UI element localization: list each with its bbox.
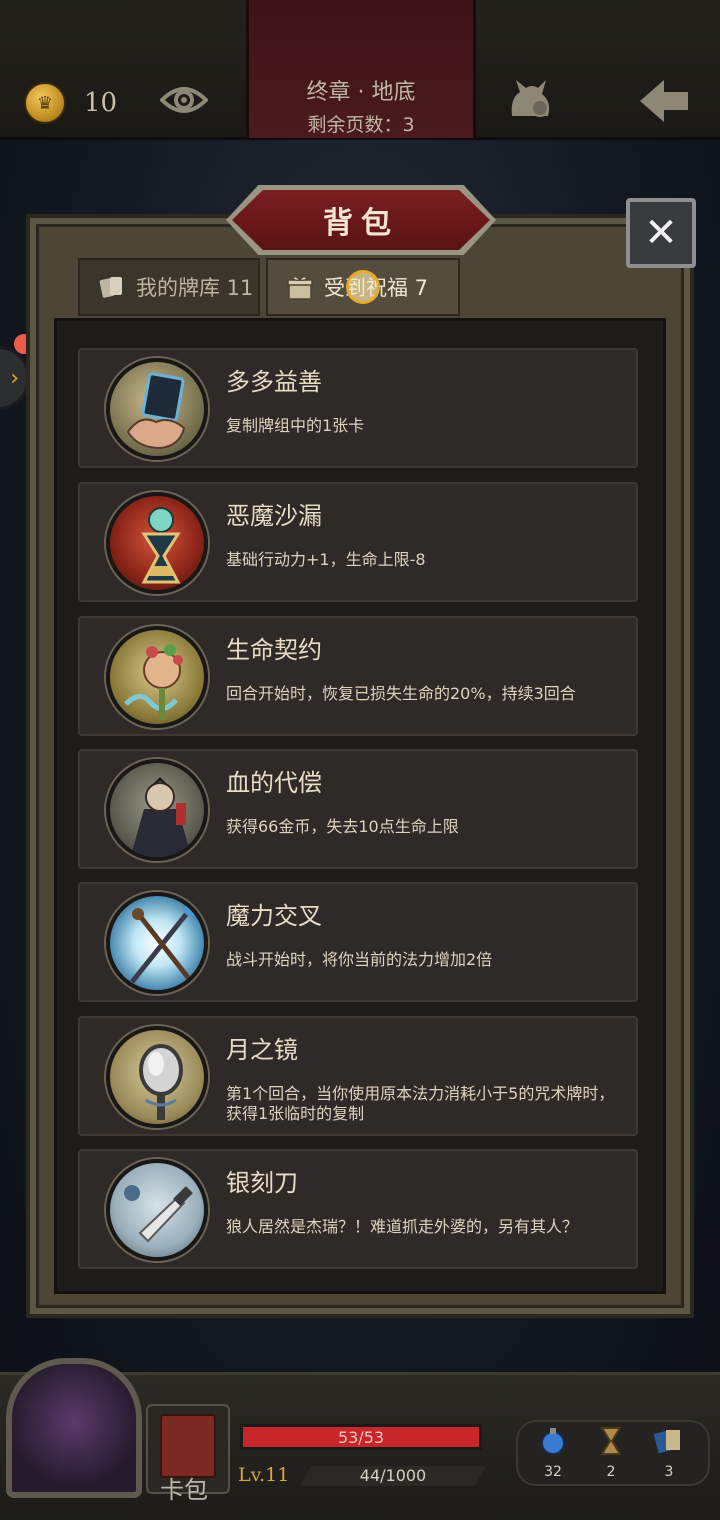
item-name: 恶魔沙漏 — [226, 502, 322, 530]
demon-hourglass-icon — [106, 492, 208, 594]
hourglass-icon — [588, 1424, 634, 1458]
potion-count: 32 — [544, 1464, 562, 1480]
item-name: 魔力交叉 — [226, 902, 322, 930]
item-desc: 战斗开始时，将你当前的法力增加2倍 — [226, 950, 493, 969]
pages-left: 剩余页数：3 — [307, 114, 415, 136]
eye-icon[interactable] — [160, 82, 208, 118]
pet-icon[interactable] — [506, 76, 554, 122]
xp-bar: 44/1000 — [300, 1466, 486, 1486]
crossed-staves-icon — [106, 892, 208, 994]
potion-icon — [530, 1424, 576, 1458]
list-item[interactable]: 恶魔沙漏 基础行动力+1，生命上限-8 — [78, 482, 638, 602]
panel-title: 背包 — [323, 206, 399, 241]
item-desc: 第1个回合，当你使用原本法力消耗小于5的咒术牌时，获得1张临时的复制 — [226, 1084, 615, 1123]
cards-count: 3 — [664, 1464, 674, 1480]
coin-count: 10 — [84, 88, 118, 118]
hp-bar: 53/53 — [240, 1424, 482, 1450]
life-pact-icon — [106, 626, 208, 728]
item-name: 银刻刀 — [226, 1169, 298, 1197]
cardpack-label: 卡包 — [160, 1476, 208, 1504]
tab-my-deck[interactable]: 我的牌库 11 — [78, 258, 260, 316]
item-name: 多多益善 — [226, 368, 322, 396]
chapter-banner: 终章 · 地底 剩余页数：3 — [246, 0, 476, 138]
xp-text: 44/1000 — [359, 1466, 427, 1485]
item-desc: 获得66金币，失去10点生命上限 — [226, 817, 459, 836]
item-name: 血的代偿 — [226, 769, 322, 797]
level-label: Lv.11 — [238, 1464, 290, 1486]
chevron-right-icon: › — [10, 365, 19, 391]
list-item[interactable]: 生命契约 回合开始时，恢复已损失生命的20%，持续3回合 — [78, 616, 638, 736]
close-icon: ✕ — [644, 210, 678, 256]
top-bar: ♛ 10 终章 · 地底 剩余页数：3 — [0, 0, 720, 140]
panel-title-plate: 背包 — [232, 190, 490, 250]
vampire-icon — [106, 759, 208, 861]
hourglass-count: 2 — [606, 1464, 616, 1480]
item-name: 生命契约 — [226, 636, 322, 664]
book-icon — [160, 1414, 216, 1478]
hand-card-icon — [106, 358, 208, 460]
item-desc: 狼人居然是杰瑞？！难道抓走外婆的，另有其人？ — [226, 1217, 579, 1236]
crown-coin-icon: ♛ — [24, 82, 66, 124]
item-desc: 复制牌组中的1张卡 — [226, 416, 365, 435]
chapter-title: 终章 · 地底 — [306, 80, 416, 105]
list-item[interactable]: 银刻刀 狼人居然是杰瑞？！难道抓走外婆的，另有其人？ — [78, 1149, 638, 1269]
item-desc: 回合开始时，恢复已损失生命的20%，持续3回合 — [226, 684, 576, 703]
gift-icon — [287, 276, 313, 300]
list-item[interactable]: 多多益善 复制牌组中的1张卡 — [78, 348, 638, 468]
touch-indicator — [346, 270, 380, 304]
back-arrow-icon[interactable] — [638, 78, 690, 124]
tab-label: 我的牌库 11 — [136, 276, 254, 300]
item-name: 月之镜 — [226, 1036, 298, 1064]
hero-portrait[interactable] — [6, 1358, 142, 1498]
hp-text: 53/53 — [337, 1428, 385, 1447]
list-item[interactable]: 月之镜 第1个回合，当你使用原本法力消耗小于5的咒术牌时，获得1张临时的复制 — [78, 1016, 638, 1136]
list-item[interactable]: 血的代偿 获得66金币，失去10点生命上限 — [78, 749, 638, 869]
moon-mirror-icon — [106, 1026, 208, 1128]
cards-icon — [646, 1424, 692, 1458]
silver-knife-icon — [106, 1159, 208, 1261]
close-button[interactable]: ✕ — [626, 198, 696, 268]
cards-icon — [99, 277, 122, 298]
item-desc: 基础行动力+1，生命上限-8 — [226, 550, 426, 569]
list-item[interactable]: 魔力交叉 战斗开始时，将你当前的法力增加2倍 — [78, 882, 638, 1002]
